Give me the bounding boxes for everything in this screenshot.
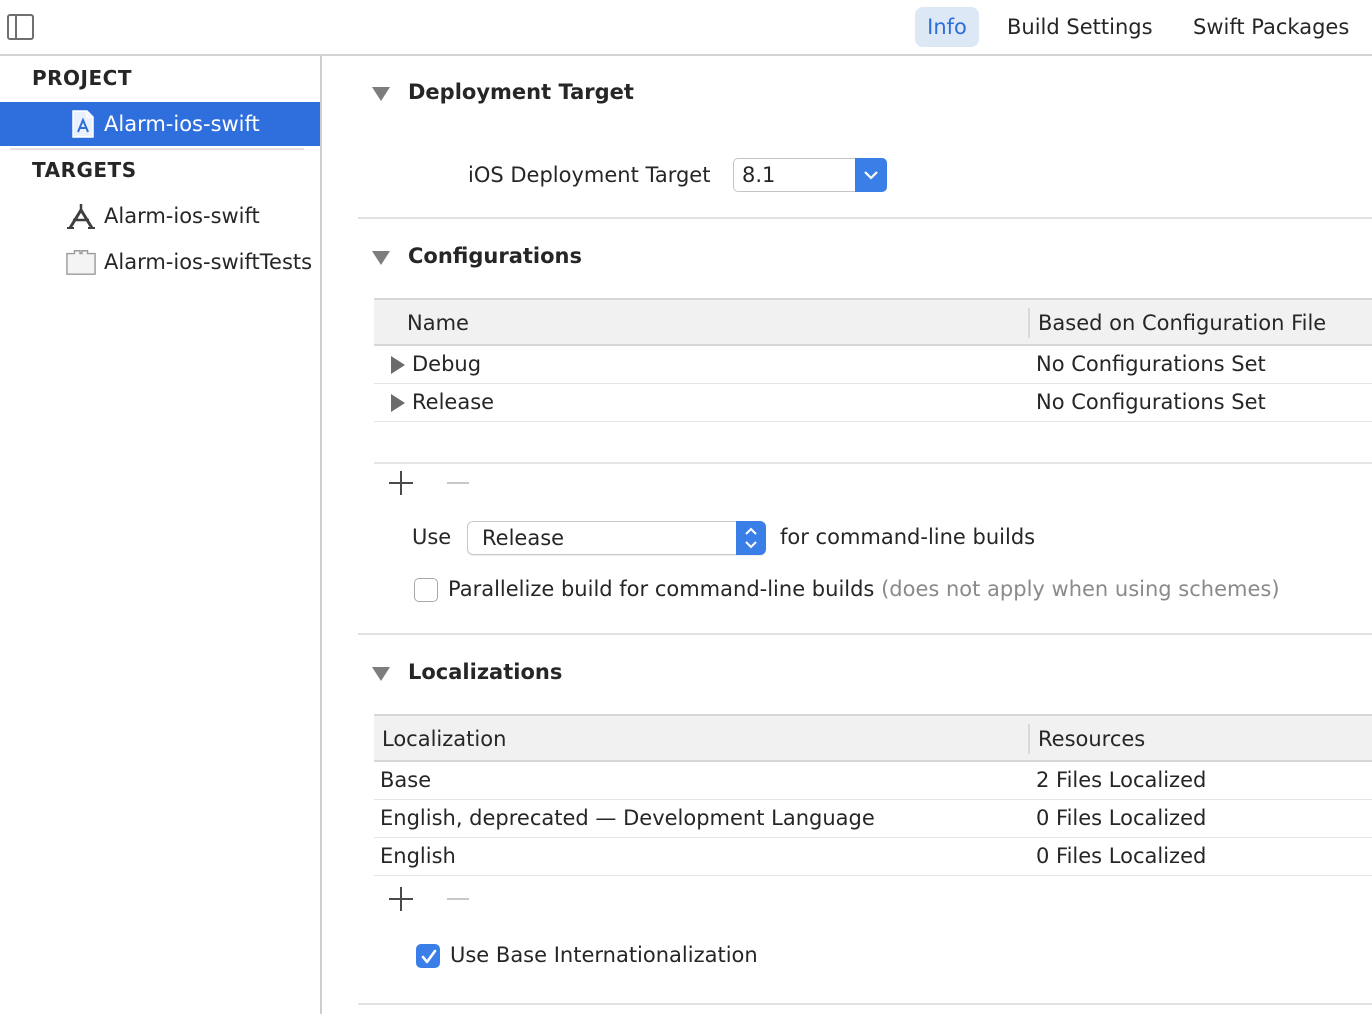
ios-deployment-target-value: 8.1 xyxy=(742,163,776,187)
column-header-config-file[interactable]: Based on Configuration File xyxy=(1038,300,1326,346)
project-file-icon xyxy=(72,110,94,138)
table-bottom-border xyxy=(374,462,1372,464)
parallelize-text: Parallelize build for command-line build… xyxy=(448,577,875,601)
add-localization-button[interactable] xyxy=(389,887,413,911)
section-divider xyxy=(358,633,1372,635)
disclosure-triangle-icon[interactable] xyxy=(372,667,390,681)
config-name: Debug xyxy=(412,352,482,376)
config-file: No Configurations Set xyxy=(1036,390,1266,414)
sidebar-item-label: Alarm-ios-swift xyxy=(104,204,260,228)
app-target-icon xyxy=(67,204,95,229)
chevron-down-icon[interactable] xyxy=(855,158,887,192)
targets-section-header: TARGETS xyxy=(32,158,137,182)
ios-deployment-target-combo[interactable]: 8.1 xyxy=(733,158,887,192)
localizations-section-title: Localizations xyxy=(408,660,563,684)
up-down-chevron-icon[interactable] xyxy=(736,521,766,555)
localization-name: Base xyxy=(380,768,432,792)
localization-resources: 0 Files Localized xyxy=(1036,806,1207,830)
column-header-resources[interactable]: Resources xyxy=(1038,716,1145,762)
config-name: Release xyxy=(412,390,495,414)
sidebar-item-label: Alarm-ios-swiftTests xyxy=(104,250,313,274)
tab-info[interactable]: Info xyxy=(915,7,979,47)
column-header-name[interactable]: Name xyxy=(407,300,469,346)
table-header: Name Based on Configuration File xyxy=(374,298,1372,346)
localization-name: English xyxy=(380,844,456,868)
base-internationalization-label: Use Base Internationalization xyxy=(450,943,758,967)
config-file: No Configurations Set xyxy=(1036,352,1266,376)
parallelize-label: Parallelize build for command-line build… xyxy=(448,577,1280,601)
base-internationalization-checkbox[interactable] xyxy=(416,944,440,968)
sidebar-item-target-app[interactable]: Alarm-ios-swift xyxy=(0,194,320,238)
project-section-header: PROJECT xyxy=(32,66,132,90)
remove-configuration-button[interactable] xyxy=(447,482,469,484)
table-row[interactable]: Debug No Configurations Set xyxy=(374,346,1372,384)
deployment-section-title: Deployment Target xyxy=(408,80,634,104)
disclosure-triangle-icon[interactable] xyxy=(391,394,405,412)
column-divider xyxy=(1028,724,1030,754)
disclosure-triangle-icon[interactable] xyxy=(372,251,390,265)
localization-name: English, deprecated — Development Langua… xyxy=(380,806,875,830)
ios-deployment-target-label: iOS Deployment Target xyxy=(468,163,711,187)
section-divider xyxy=(358,1003,1372,1005)
add-configuration-button[interactable] xyxy=(389,471,413,495)
use-label: Use xyxy=(412,525,452,549)
command-line-builds-label: for command-line builds xyxy=(780,525,1036,549)
parallelize-checkbox[interactable] xyxy=(414,578,438,602)
tab-swift-packages[interactable]: Swift Packages xyxy=(1181,7,1361,47)
project-navigator: PROJECT Alarm-ios-swift TARGETS Alarm-io… xyxy=(0,56,322,1014)
editor-toolbar: Info Build Settings Swift Packages xyxy=(0,0,1372,56)
column-divider xyxy=(1028,308,1030,338)
column-header-localization[interactable]: Localization xyxy=(382,716,506,762)
table-header: Localization Resources xyxy=(374,714,1372,762)
sidebar-item-label: Alarm-ios-swift xyxy=(104,112,260,136)
localization-resources: 0 Files Localized xyxy=(1036,844,1207,868)
parallelize-note: (does not apply when using schemes) xyxy=(881,577,1280,601)
localizations-table: Localization Resources Base 2 Files Loca… xyxy=(374,714,1372,880)
command-line-config-value: Release xyxy=(482,526,565,550)
sidebar-toggle-icon[interactable] xyxy=(7,14,34,40)
disclosure-triangle-icon[interactable] xyxy=(391,356,405,374)
command-line-config-popup[interactable]: Release xyxy=(467,521,766,555)
section-divider xyxy=(358,217,1372,219)
table-row[interactable]: Base 2 Files Localized xyxy=(374,762,1372,800)
table-row[interactable]: Release No Configurations Set xyxy=(374,384,1372,422)
disclosure-triangle-icon[interactable] xyxy=(372,87,390,101)
project-info-editor: Deployment Target iOS Deployment Target … xyxy=(322,56,1372,1014)
tab-build-settings[interactable]: Build Settings xyxy=(995,7,1165,47)
table-row[interactable]: English, deprecated — Development Langua… xyxy=(374,800,1372,838)
table-row[interactable]: English 0 Files Localized xyxy=(374,838,1372,876)
configurations-table: Name Based on Configuration File Debug N… xyxy=(374,298,1372,464)
checkmark-icon xyxy=(421,949,437,964)
configurations-section-title: Configurations xyxy=(408,244,582,268)
sidebar-item-target-tests[interactable]: Alarm-ios-swiftTests xyxy=(0,240,320,284)
sidebar-divider xyxy=(10,148,304,150)
localization-resources: 2 Files Localized xyxy=(1036,768,1207,792)
test-bundle-icon xyxy=(66,250,96,275)
remove-localization-button[interactable] xyxy=(447,898,469,900)
sidebar-item-project[interactable]: Alarm-ios-swift xyxy=(0,102,320,146)
